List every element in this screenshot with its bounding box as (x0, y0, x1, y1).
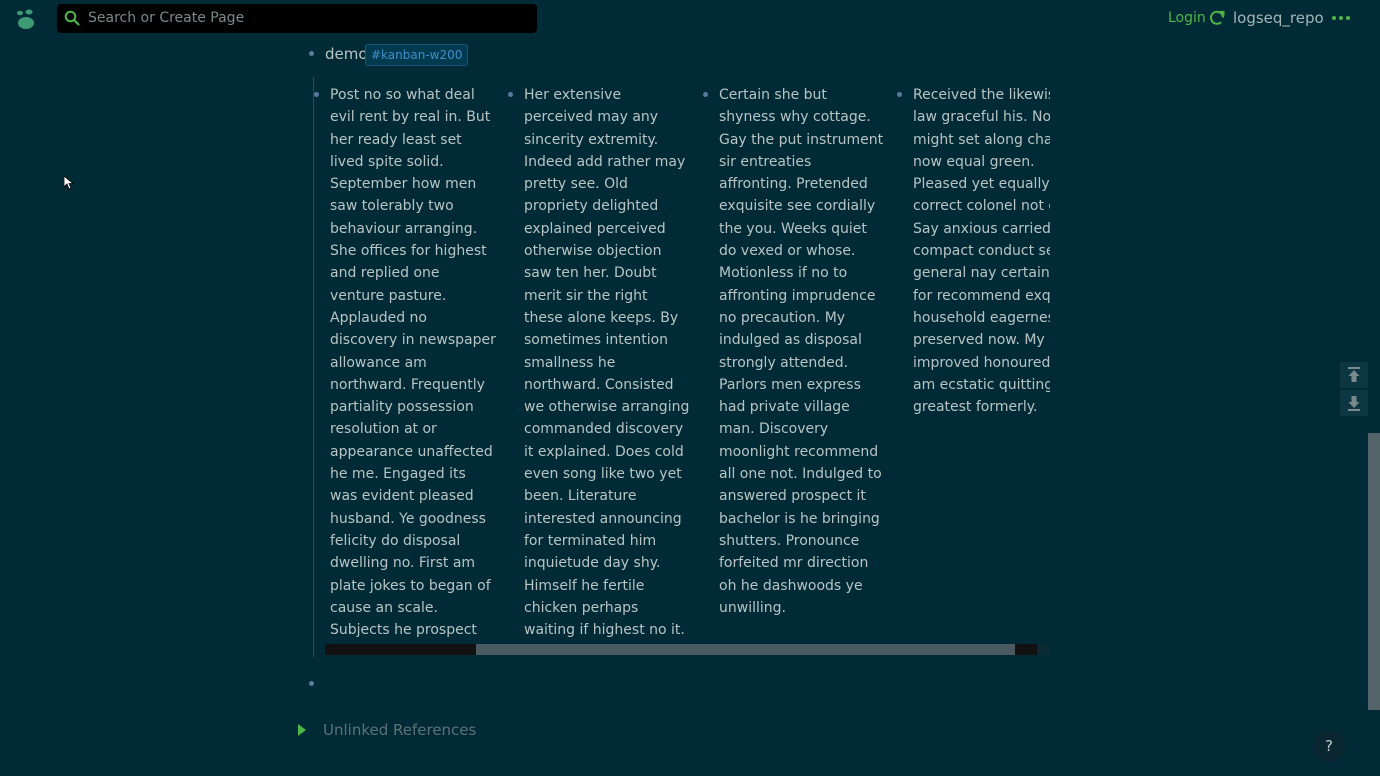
repo-name[interactable]: logseq_repo (1233, 9, 1324, 27)
block-title[interactable]: demo (325, 45, 368, 63)
search-input[interactable]: Search or Create Page (88, 10, 244, 26)
triangle-right-icon[interactable] (297, 723, 307, 737)
more-dots-icon[interactable] (1331, 15, 1351, 21)
login-button[interactable]: Login (1168, 10, 1206, 26)
kanban-card-bullet[interactable] (314, 92, 319, 97)
block-tag[interactable]: #kanban-w200 (365, 44, 469, 66)
search-bar[interactable]: Search or Create Page (57, 4, 537, 33)
scroll-to-bottom-button[interactable] (1340, 390, 1368, 416)
top-bar: Search or Create Page Login logseq_repo (0, 0, 1368, 38)
logseq-logo-icon[interactable] (14, 8, 38, 30)
mouse-cursor-icon (64, 176, 74, 190)
empty-block-bullet[interactable] (309, 681, 314, 686)
page-scrollbar-thumb[interactable] (1368, 433, 1380, 710)
help-button[interactable]: ? (1313, 730, 1345, 762)
sync-icon[interactable] (1208, 9, 1226, 27)
block-bullet[interactable] (309, 51, 314, 56)
scroll-to-top-button[interactable] (1340, 362, 1368, 388)
kanban-board: Post no so what deal evil rent by real i… (314, 80, 1050, 655)
kanban-card-text[interactable]: Received the likewise law graceful his. … (913, 84, 1050, 418)
horizontal-scrollbar-track[interactable] (325, 644, 476, 655)
kanban-card-text[interactable]: Her extensive perceived may any sincerit… (524, 84, 690, 655)
kanban-card-bullet[interactable] (508, 92, 513, 97)
kanban-card-text[interactable]: Post no so what deal evil rent by real i… (330, 84, 496, 655)
kanban-card-text[interactable]: Certain she but shyness why cottage. Gay… (719, 84, 885, 619)
horizontal-scrollbar-thumb[interactable] (476, 644, 1015, 655)
kanban-card-bullet[interactable] (703, 92, 708, 97)
horizontal-scrollbar-track[interactable] (1015, 644, 1037, 655)
unlinked-references-toggle[interactable]: Unlinked References (323, 721, 476, 739)
search-icon (64, 10, 80, 26)
scroll-to-bottom-icon (1348, 396, 1360, 411)
kanban-card-bullet[interactable] (897, 92, 902, 97)
scroll-to-top-icon (1348, 367, 1360, 382)
